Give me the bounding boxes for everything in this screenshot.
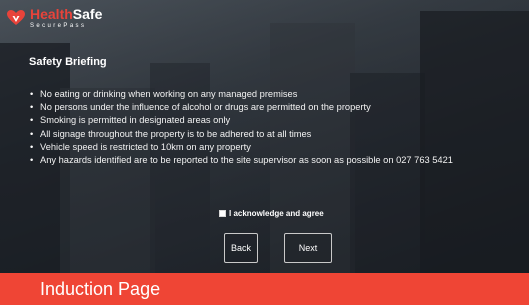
acknowledge-label[interactable]: I acknowledge and agree xyxy=(229,209,324,218)
acknowledge-row[interactable]: I acknowledge and agree xyxy=(219,209,324,218)
healthsafe-logo: HealthSafe SecurePass xyxy=(6,6,102,29)
list-item: No persons under the influence of alcoho… xyxy=(30,101,500,114)
list-item: All signage throughout the property is t… xyxy=(30,128,500,141)
logo-brand-health: Health xyxy=(30,6,73,22)
safety-rules-list: No eating or drinking when working on an… xyxy=(30,88,500,167)
list-item: Any hazards identified are to be reporte… xyxy=(30,154,500,167)
list-item: No eating or drinking when working on an… xyxy=(30,88,500,101)
logo-tagline: SecurePass xyxy=(30,23,87,29)
back-button[interactable]: Back xyxy=(224,233,258,263)
page-title: Safety Briefing xyxy=(29,56,107,68)
acknowledge-checkbox[interactable] xyxy=(219,210,226,217)
logo-brand-safe: Safe xyxy=(72,6,103,22)
next-button[interactable]: Next xyxy=(284,233,332,263)
list-item: Smoking is permitted in designated areas… xyxy=(30,114,500,127)
induction-page-banner: Induction Page xyxy=(0,273,529,305)
induction-screen: HealthSafe SecurePass Safety Briefing No… xyxy=(0,0,529,273)
logo-mark-icon xyxy=(7,9,25,25)
list-item: Vehicle speed is restricted to 10km on a… xyxy=(30,141,500,154)
